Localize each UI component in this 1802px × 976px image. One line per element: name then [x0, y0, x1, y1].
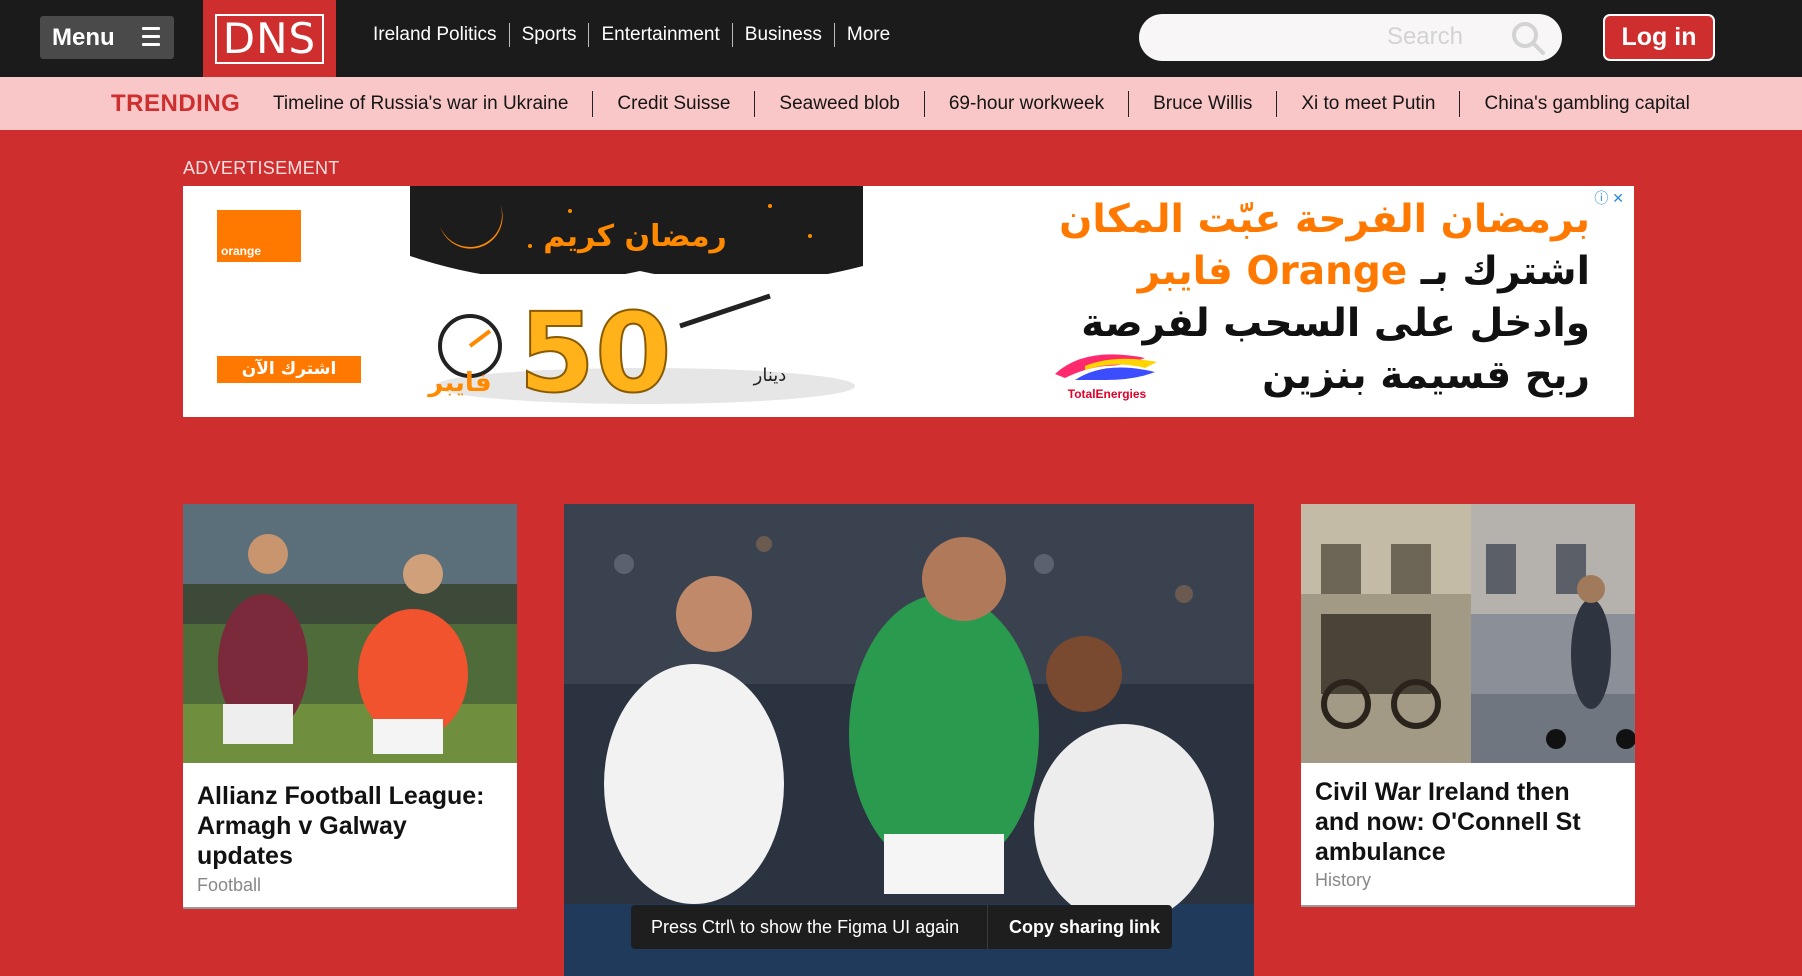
promo-amount: 50 [518, 289, 671, 417]
promo-greeting: رمضان كريم [543, 219, 727, 254]
subscribe-now-button[interactable]: اشترك الآن [217, 356, 361, 383]
menu-label: Menu [52, 23, 115, 51]
ad-line-2: اشترك بـ Orange فايبر [890, 246, 1590, 298]
article-photo-football [183, 504, 517, 763]
trending-item[interactable]: China's gambling capital [1460, 91, 1713, 117]
nav-item-more[interactable]: More [835, 23, 902, 47]
login-button[interactable]: Log in [1603, 14, 1715, 61]
article-card[interactable]: Civil War Ireland then and now: O'Connel… [1301, 504, 1635, 907]
totalenergies-text: TotalEnergies [1068, 387, 1147, 401]
search-input[interactable] [1163, 22, 1463, 52]
ad-line-1: برمضان الفرحة عبّت المكان [1059, 197, 1590, 242]
top-navigation-bar: Menu DNS Ireland Politics Sports Enterta… [0, 0, 1802, 77]
nav-item-business[interactable]: Business [733, 23, 835, 47]
trending-item[interactable]: 69-hour workweek [925, 91, 1130, 117]
nav-item-ireland-politics[interactable]: Ireland Politics [362, 23, 510, 47]
article-title[interactable]: Civil War Ireland then and now: O'Connel… [1315, 777, 1615, 867]
ad-banner[interactable]: orange اشترك الآن رمضان كريم 50 دينار فا… [183, 186, 1634, 417]
ad-line-2a: اشترك بـ [1420, 249, 1590, 294]
promo-graphic: رمضان كريم 50 دينار فايبر [410, 186, 863, 417]
ad-line-2b: Orange فايبر [1137, 249, 1408, 294]
menu-button[interactable]: Menu [40, 16, 174, 59]
ad-line-3: وادخل على السحب لفرصة [1081, 301, 1590, 346]
orange-logo-text: orange [221, 244, 262, 258]
site-logo[interactable]: DNS [203, 0, 336, 77]
trending-label: TRENDING [111, 90, 241, 117]
trending-item[interactable]: Seaweed blob [755, 91, 925, 117]
trending-item[interactable]: Xi to meet Putin [1277, 91, 1461, 117]
trending-item[interactable]: Credit Suisse [593, 91, 756, 117]
article-photo-then-and-now [1301, 504, 1635, 763]
promo-unit: دينار [753, 365, 787, 386]
adchoices-close-icon[interactable]: ⓘ ✕ [1594, 188, 1624, 208]
article-category[interactable]: Football [197, 875, 261, 896]
nav-item-sports[interactable]: Sports [510, 23, 590, 47]
trending-bar: TRENDING Timeline of Russia's war in Ukr… [0, 77, 1802, 130]
orange-logo: orange [217, 210, 301, 262]
article-category[interactable]: History [1315, 870, 1371, 891]
ad-headline: برمضان الفرحة عبّت المكان اشترك بـ Orang… [890, 194, 1590, 402]
search-icon[interactable] [1510, 20, 1546, 56]
article-title[interactable]: Allianz Football League: Armagh v Galway… [197, 781, 507, 871]
ad-line-4: ربح قسيمة بنزين [1262, 353, 1590, 398]
trending-item[interactable]: Timeline of Russia's war in Ukraine [262, 91, 594, 117]
logo-text: DNS [214, 13, 325, 64]
trending-item[interactable]: Bruce Willis [1129, 91, 1278, 117]
trending-list: Timeline of Russia's war in Ukraine Cred… [262, 90, 1714, 118]
ad-label: ADVERTISEMENT [183, 158, 340, 178]
search-box [1139, 14, 1562, 61]
figma-toast: Press Ctrl\ to show the Figma UI again C… [631, 905, 1172, 949]
nav-item-entertainment[interactable]: Entertainment [589, 23, 733, 47]
promo-product: فايبر [426, 368, 491, 398]
article-card[interactable]: Allianz Football League: Armagh v Galway… [183, 504, 517, 909]
main-nav: Ireland Politics Sports Entertainment Bu… [362, 22, 902, 48]
toast-message: Press Ctrl\ to show the Figma UI again [631, 905, 988, 949]
copy-sharing-link-button[interactable]: Copy sharing link [988, 917, 1160, 938]
hamburger-icon [142, 27, 160, 47]
totalenergies-logo: TotalEnergies [1055, 354, 1157, 401]
